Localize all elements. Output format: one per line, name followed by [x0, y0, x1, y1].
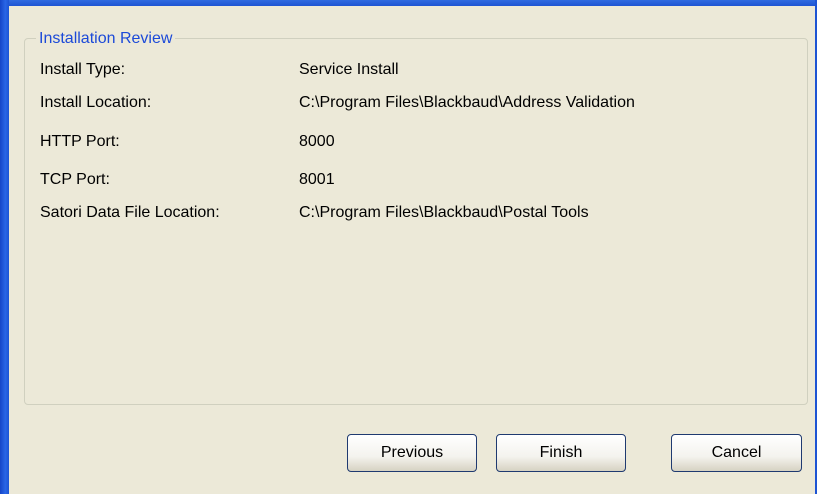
http-port-label: HTTP Port:	[40, 133, 120, 150]
window-frame-top	[0, 0, 817, 6]
group-title: Installation Review	[36, 29, 176, 49]
satori-data-file-location-label: Satori Data File Location:	[40, 204, 220, 221]
previous-button[interactable]: Previous	[347, 434, 477, 472]
installer-window: Installation Review Install Type: Servic…	[0, 0, 817, 494]
cancel-button[interactable]: Cancel	[671, 434, 802, 472]
tcp-port-row: TCP Port: 8001	[40, 168, 335, 192]
http-port-value: 8000	[299, 133, 335, 150]
satori-data-file-location-row: Satori Data File Location: C:\Program Fi…	[40, 201, 589, 225]
tcp-port-value: 8001	[299, 171, 335, 188]
finish-button[interactable]: Finish	[496, 434, 626, 472]
satori-data-file-location-value: C:\Program Files\Blackbaud\Postal Tools	[299, 204, 589, 221]
install-location-value: C:\Program Files\Blackbaud\Address Valid…	[299, 94, 635, 111]
install-type-label: Install Type:	[40, 61, 126, 78]
window-frame-left	[0, 0, 9, 494]
http-port-row: HTTP Port: 8000	[40, 130, 335, 154]
install-location-label: Install Location:	[40, 94, 152, 111]
install-type-row: Install Type: Service Install	[40, 58, 399, 82]
tcp-port-label: TCP Port:	[40, 171, 110, 188]
install-location-row: Install Location: C:\Program Files\Black…	[40, 91, 635, 115]
install-type-value: Service Install	[299, 61, 399, 78]
